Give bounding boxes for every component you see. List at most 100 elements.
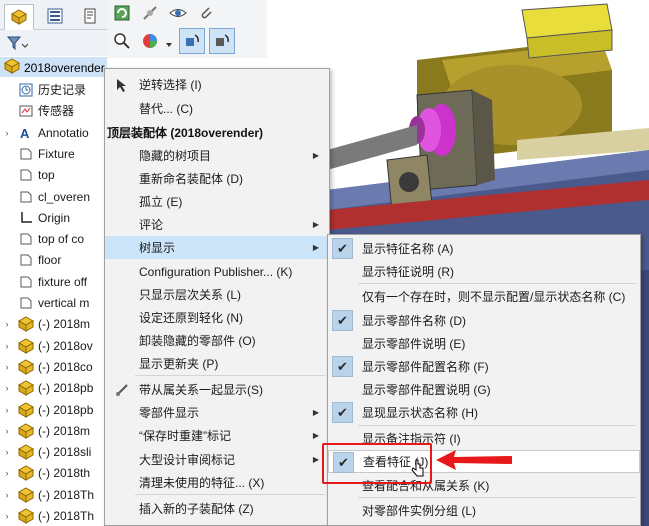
- tree-display-option-label: 仅有一个存在时，则不显示配置/显示状态名称 (C): [362, 290, 626, 304]
- expand-chevron-icon[interactable]: ›: [0, 128, 14, 138]
- expand-chevron-icon[interactable]: ›: [0, 490, 14, 500]
- tree-item[interactable]: › (-) 2018m: [0, 420, 107, 441]
- filter-icon[interactable]: [6, 35, 29, 54]
- tree-item[interactable]: 传感器: [0, 100, 107, 121]
- tree-item[interactable]: Origin: [0, 207, 107, 228]
- expand-chevron-icon[interactable]: ›: [0, 341, 14, 351]
- tree-item[interactable]: › (-) 2018Th: [0, 484, 107, 505]
- tree-item[interactable]: cl_overen: [0, 186, 107, 207]
- tree-item[interactable]: › (-) 2018sli: [0, 441, 107, 462]
- menu-separator: [358, 283, 636, 284]
- paperclip-icon[interactable]: [195, 2, 217, 24]
- menu-separator: [135, 375, 325, 376]
- mouse-cursor-icon: [411, 459, 424, 477]
- tree-item[interactable]: top of co: [0, 228, 107, 249]
- tree-display-option[interactable]: 显示零部件说明 (E): [328, 332, 640, 355]
- tree-item[interactable]: 历史记录: [0, 79, 107, 100]
- tree-display-option[interactable]: 显示特征说明 (R): [328, 260, 640, 283]
- tab-property-manager[interactable]: [40, 4, 70, 28]
- context-menu-item[interactable]: 清理未使用的特征... (X): [105, 471, 329, 494]
- expand-chevron-icon[interactable]: ›: [0, 362, 14, 372]
- context-menu-item[interactable]: 替代... (C): [105, 97, 329, 120]
- filter-row: [0, 30, 107, 56]
- plane-icon: [18, 167, 34, 183]
- context-menu-item[interactable]: “保存时重建”标记 ▶: [105, 424, 329, 447]
- tree-item-label: top: [38, 167, 55, 182]
- tree-item-label: (-) 2018Th: [38, 508, 95, 523]
- subassembly-icon: [18, 315, 34, 332]
- tree-item-label: (-) 2018pb: [38, 380, 94, 395]
- tree-item[interactable]: top: [0, 164, 107, 185]
- zoom-icon[interactable]: [111, 30, 133, 52]
- context-menu-item[interactable]: 插入新的子装配体 (Z): [105, 497, 329, 520]
- view-eye-icon[interactable]: [167, 2, 189, 24]
- tree-item[interactable]: › (-) 2018co: [0, 356, 107, 377]
- tree-display-option[interactable]: 显示零部件配置说明 (G): [328, 378, 640, 401]
- expand-chevron-icon[interactable]: ›: [0, 319, 14, 329]
- chevron-down-icon[interactable]: [163, 34, 175, 56]
- context-menu-item[interactable]: 隐藏的树项目 ▶: [105, 144, 329, 167]
- context-menu-item[interactable]: 带从属关系一起显示(S): [105, 378, 329, 401]
- context-menu-item-label: 逆转选择 (I): [139, 78, 202, 92]
- context-menu-item-label: 孤立 (E): [139, 195, 183, 209]
- tree-item[interactable]: › A Annotatio: [0, 122, 107, 143]
- top-assembly-node[interactable]: 2018overender (Default<显示状态: [0, 57, 107, 77]
- expand-chevron-icon[interactable]: ›: [0, 468, 14, 478]
- subassembly-icon: [18, 486, 34, 503]
- tree-display-option[interactable]: ✔ 显示零部件配置名称 (F): [328, 355, 640, 378]
- tree-item-label: (-) 2018th: [38, 465, 91, 480]
- tab-configuration-manager[interactable]: [76, 4, 106, 28]
- context-menu-item-label: 卸装隐藏的零部件 (O): [139, 334, 256, 348]
- refresh-icon[interactable]: [111, 2, 133, 24]
- expand-chevron-icon[interactable]: ›: [0, 511, 14, 521]
- tree-display-option-label: 显示特征名称 (A): [362, 242, 454, 256]
- tree-display-option[interactable]: ✔ 显现显示状态名称 (H): [328, 401, 640, 424]
- tree-item[interactable]: Fixture: [0, 143, 107, 164]
- tree-item[interactable]: › (-) 2018Th: [0, 505, 107, 526]
- expand-chevron-icon[interactable]: ›: [0, 426, 14, 436]
- tab-feature-manager[interactable]: [4, 4, 34, 30]
- move-component-icon[interactable]: [209, 28, 235, 54]
- appearance-icon[interactable]: [139, 30, 161, 52]
- tree-item[interactable]: floor: [0, 249, 107, 270]
- tree-item-label: cl_overen: [38, 189, 91, 204]
- context-menu-item[interactable]: 孤立 (E): [105, 190, 329, 213]
- tree-item-label: 传感器: [38, 104, 75, 118]
- context-menu-item[interactable]: 树显示 ▶: [105, 236, 329, 259]
- submenu-arrow-icon: ▶: [312, 431, 319, 440]
- context-menu-item[interactable]: 评论 ▶: [105, 213, 329, 236]
- tree-item[interactable]: › (-) 2018pb: [0, 399, 107, 420]
- context-menu-item-label: “保存时重建”标记: [139, 429, 231, 443]
- tree-item[interactable]: vertical m: [0, 292, 107, 313]
- context-menu-item[interactable]: 零部件显示 ▶: [105, 401, 329, 424]
- tree-display-option[interactable]: ✔ 显示零部件名称 (D): [328, 309, 640, 332]
- context-menu-item[interactable]: 设定还原到轻化 (N): [105, 306, 329, 329]
- context-menu-item[interactable]: 只显示层次关系 (L): [105, 283, 329, 306]
- expand-chevron-icon[interactable]: ›: [0, 447, 14, 457]
- tree-item[interactable]: › (-) 2018m: [0, 313, 107, 334]
- tree-item[interactable]: › (-) 2018ov: [0, 335, 107, 356]
- tree-display-option-label: 显示零部件配置名称 (F): [362, 360, 489, 374]
- tree-item-label: (-) 2018Th: [38, 487, 95, 502]
- tree-item[interactable]: › (-) 2018th: [0, 462, 107, 483]
- tree-item[interactable]: › (-) 2018pb: [0, 377, 107, 398]
- plane-icon: [18, 295, 34, 311]
- context-menu-item[interactable]: 大型设计审阅标记 ▶: [105, 448, 329, 471]
- tree-item[interactable]: fixture off: [0, 271, 107, 292]
- context-menu-item[interactable]: 逆转选择 (I): [105, 73, 329, 96]
- manager-tabs: [0, 0, 107, 30]
- tree-display-option[interactable]: ✔ 显示特征名称 (A): [328, 237, 640, 260]
- context-menu-item[interactable]: 卸装隐藏的零部件 (O): [105, 329, 329, 352]
- checkmark-icon: ✔: [332, 310, 353, 331]
- tree-display-option[interactable]: 仅有一个存在时，则不显示配置/显示状态名称 (C): [328, 285, 640, 308]
- feature-manager-panel: 2018overender (Default<显示状态 历史记录传感器 › A Ann…: [0, 0, 107, 526]
- tree-display-option[interactable]: 对零部件实例分组 (L): [328, 499, 640, 522]
- context-menu-item[interactable]: Configuration Publisher... (K): [105, 260, 329, 283]
- rotate-component-icon[interactable]: [179, 28, 205, 54]
- context-menu-item[interactable]: 显示更新夹 (P): [105, 352, 329, 375]
- expand-chevron-icon[interactable]: ›: [0, 383, 14, 393]
- context-menu-item[interactable]: 重新命名装配体 (D): [105, 167, 329, 190]
- expand-chevron-icon[interactable]: ›: [0, 405, 14, 415]
- tree-item-label: 历史记录: [38, 83, 87, 97]
- hide-show-icon[interactable]: [139, 2, 161, 24]
